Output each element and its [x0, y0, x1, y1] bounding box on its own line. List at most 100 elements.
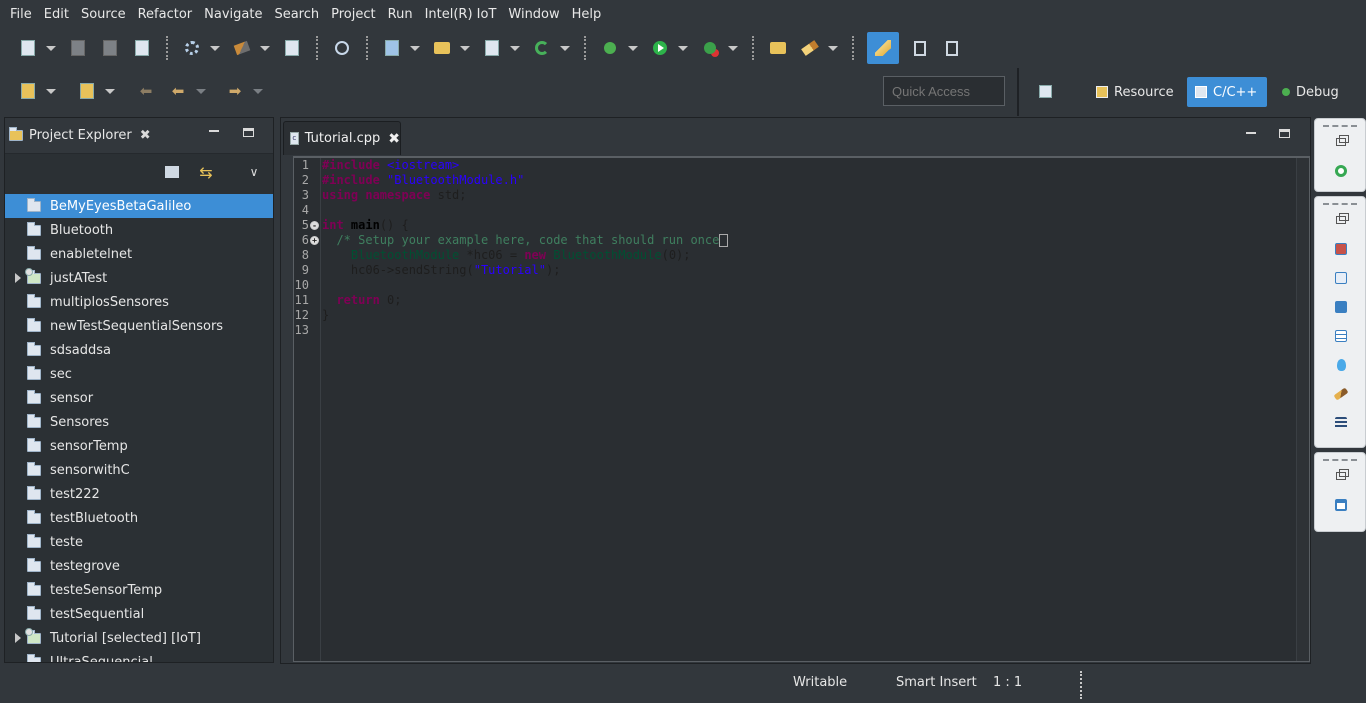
next-annotation-dropdown[interactable]: [46, 80, 56, 102]
tree-item[interactable]: Sensores: [5, 410, 273, 434]
menu-run[interactable]: Run: [382, 0, 419, 30]
new-cpp-project-icon[interactable]: [381, 37, 403, 59]
menu-edit[interactable]: Edit: [38, 0, 75, 30]
new-class-icon[interactable]: [481, 37, 503, 59]
refresh-icon[interactable]: [531, 37, 553, 59]
restore-icon[interactable]: [1315, 205, 1366, 234]
tree-item[interactable]: Tutorial [selected] [IoT]: [5, 626, 273, 650]
tree-item[interactable]: Bluetooth: [5, 218, 273, 242]
perspective-resource-button[interactable]: Resource: [1088, 77, 1182, 107]
menu-source[interactable]: Source: [75, 0, 132, 30]
print-icon[interactable]: [131, 37, 153, 59]
menu-window[interactable]: Window: [502, 0, 565, 30]
menu-help[interactable]: Help: [566, 0, 608, 30]
minimize-icon[interactable]: [1246, 132, 1256, 134]
last-edit-location-icon[interactable]: ⬅: [135, 80, 157, 102]
save-icon[interactable]: [67, 37, 89, 59]
make-targets-icon[interactable]: [1315, 156, 1366, 185]
window-icon[interactable]: [1315, 490, 1366, 519]
maximize-icon[interactable]: [243, 128, 254, 137]
open-perspective-icon[interactable]: [1034, 80, 1056, 102]
collapse-fold-icon[interactable]: -: [310, 221, 319, 230]
tree-item[interactable]: sec: [5, 362, 273, 386]
external-tools-icon[interactable]: [699, 37, 721, 59]
light-bulb-icon[interactable]: [1315, 350, 1366, 379]
brush-icon[interactable]: [1315, 379, 1366, 408]
next-annotation-icon[interactable]: [17, 80, 39, 102]
run-icon[interactable]: [649, 37, 671, 59]
run-dropdown[interactable]: [678, 37, 688, 59]
code-text[interactable]: #include <iostream> #include "BluetoothMo…: [322, 158, 1295, 338]
tree-item[interactable]: justATest: [5, 266, 273, 290]
show-whitespace-icon[interactable]: [909, 37, 931, 59]
menu-project[interactable]: Project: [325, 0, 381, 30]
tree-item[interactable]: multiplosSensores: [5, 290, 273, 314]
new-file-icon[interactable]: [17, 37, 39, 59]
tree-item[interactable]: testegrove: [5, 554, 273, 578]
forward-dropdown[interactable]: [253, 80, 263, 102]
tree-item[interactable]: sensor: [5, 386, 273, 410]
new-dropdown[interactable]: [46, 37, 56, 59]
new-project-dropdown[interactable]: [410, 37, 420, 59]
collapse-all-icon[interactable]: [163, 163, 181, 181]
restore-icon[interactable]: [1315, 127, 1366, 156]
tree-item[interactable]: test222: [5, 482, 273, 506]
mark-occurrences-icon[interactable]: [867, 32, 899, 64]
quick-access-input[interactable]: [883, 76, 1005, 106]
expand-arrow-icon[interactable]: [15, 272, 25, 284]
menu-refactor[interactable]: Refactor: [132, 0, 199, 30]
minimize-icon[interactable]: [209, 130, 219, 132]
code-editor[interactable]: 1 2 3 4 5-6 +8 9 10 11 12 13 #include <iostream> #i…: [293, 156, 1310, 662]
previous-annotation-dropdown[interactable]: [105, 80, 115, 102]
perspective-debug-button[interactable]: Debug: [1274, 77, 1347, 107]
debug-dropdown[interactable]: [628, 37, 638, 59]
project-explorer-tab[interactable]: Project Explorer ✖: [5, 118, 273, 154]
build-settings-icon[interactable]: [181, 37, 203, 59]
close-icon[interactable]: ✖: [388, 131, 400, 147]
tree-item[interactable]: enabletelnet: [5, 242, 273, 266]
menu-file[interactable]: File: [4, 0, 38, 30]
tree-item[interactable]: testBluetooth: [5, 506, 273, 530]
tree-item[interactable]: testSequential: [5, 602, 273, 626]
open-folder-icon[interactable]: [767, 37, 789, 59]
save-all-icon[interactable]: [99, 37, 121, 59]
vertical-scrollbar[interactable]: [1296, 158, 1309, 661]
expand-fold-icon[interactable]: +: [310, 236, 319, 245]
new-folder-dropdown[interactable]: [460, 37, 470, 59]
external-tools-dropdown[interactable]: [728, 37, 738, 59]
menu-navigate[interactable]: Navigate: [198, 0, 268, 30]
new-folder-icon[interactable]: [431, 37, 453, 59]
tree-item[interactable]: sdsaddsa: [5, 338, 273, 362]
block-selection-icon[interactable]: [941, 37, 963, 59]
search-scope-icon[interactable]: [331, 37, 353, 59]
build-dropdown[interactable]: [260, 37, 270, 59]
binary-file-icon[interactable]: [281, 37, 303, 59]
restore-icon[interactable]: [1315, 461, 1366, 490]
console-icon[interactable]: [1315, 292, 1366, 321]
forward-arrow-icon[interactable]: ➡: [224, 80, 246, 102]
back-dropdown[interactable]: [196, 80, 206, 102]
tasks-icon[interactable]: [1315, 263, 1366, 292]
tree-item[interactable]: sensorwithC: [5, 458, 273, 482]
view-menu-chevron-down-icon[interactable]: ∨: [245, 163, 263, 181]
menu-search[interactable]: Search: [268, 0, 325, 30]
refresh-dropdown[interactable]: [560, 37, 570, 59]
new-class-dropdown[interactable]: [510, 37, 520, 59]
maximize-icon[interactable]: [1279, 129, 1290, 138]
brush-dropdown[interactable]: [828, 37, 838, 59]
paint-brush-icon[interactable]: [799, 37, 821, 59]
previous-annotation-icon[interactable]: [76, 80, 98, 102]
menu-intel-r-iot[interactable]: Intel(R) IoT: [419, 0, 503, 30]
outline-list-icon[interactable]: [1315, 408, 1366, 437]
tree-item[interactable]: newTestSequentialSensors: [5, 314, 273, 338]
expand-arrow-icon[interactable]: [15, 632, 25, 644]
back-arrow-icon[interactable]: ⬅: [167, 80, 189, 102]
tree-item[interactable]: sensorTemp: [5, 434, 273, 458]
link-with-editor-icon[interactable]: ⇆: [197, 163, 215, 182]
tree-item[interactable]: UltraSequencial: [5, 650, 273, 662]
editor-tab-tutorial-cpp[interactable]: c Tutorial.cpp ✖: [283, 121, 401, 155]
folded-block-marker[interactable]: [719, 234, 729, 247]
tree-item[interactable]: BeMyEyesBetaGalileo: [5, 194, 273, 218]
close-icon[interactable]: ✖: [140, 128, 151, 143]
problems-icon[interactable]: [1315, 234, 1366, 263]
